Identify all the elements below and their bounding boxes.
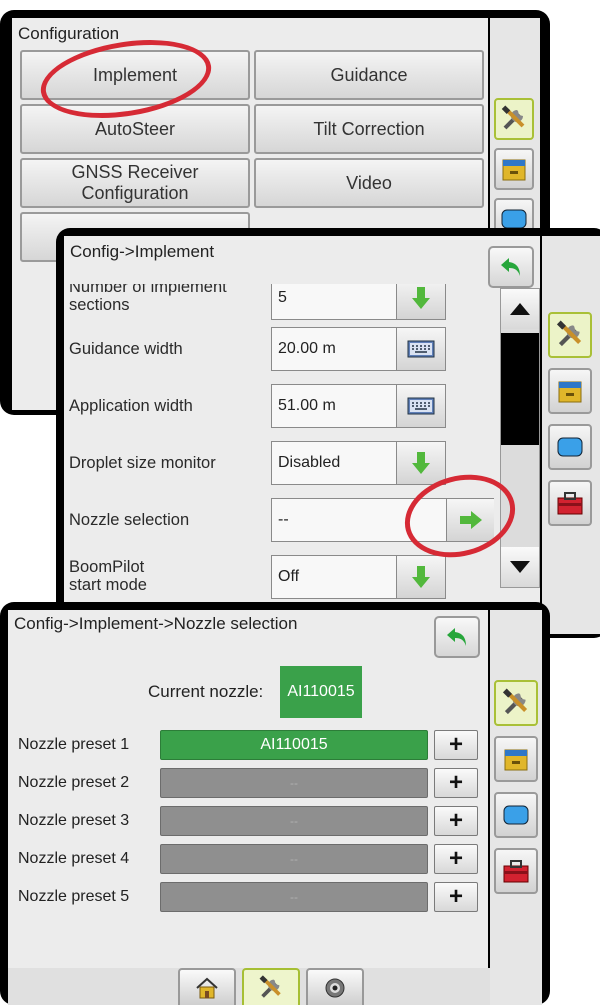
nozzle-selection-screen: Config->Implement->Nozzle selection Curr… bbox=[0, 602, 550, 1005]
add-preset-4-button[interactable]: + bbox=[434, 844, 478, 874]
video-button[interactable]: Video bbox=[254, 158, 484, 208]
guidance-width-keyboard-button[interactable] bbox=[396, 327, 446, 371]
row-label: Application width bbox=[69, 397, 193, 415]
down-arrow-icon bbox=[412, 566, 430, 588]
row-label: Guidance width bbox=[69, 340, 183, 358]
triangle-up-icon bbox=[510, 303, 530, 315]
keyboard-icon bbox=[407, 397, 435, 415]
application-width-field[interactable]: 51.00 m bbox=[271, 384, 397, 428]
preset-label: Nozzle preset 1 bbox=[18, 736, 130, 753]
sidebar-display-button[interactable] bbox=[548, 424, 592, 470]
settings-list: Number of implement sections 5 Guidance … bbox=[64, 284, 494, 634]
tools-icon bbox=[259, 974, 281, 998]
down-arrow-icon bbox=[412, 287, 430, 309]
current-nozzle-value: AI110015 bbox=[280, 666, 362, 718]
down-arrow-icon bbox=[412, 452, 430, 474]
preset-label: Nozzle preset 4 bbox=[18, 850, 130, 867]
triangle-down-icon bbox=[510, 561, 530, 573]
nozzle-preset-3[interactable]: -- bbox=[160, 806, 428, 836]
row-label: Nozzle selection bbox=[69, 511, 190, 529]
preset-label: Nozzle preset 3 bbox=[18, 812, 130, 829]
boompilot-dropdown-button[interactable] bbox=[396, 555, 446, 599]
scroll-down-button[interactable] bbox=[501, 547, 539, 587]
keyboard-icon bbox=[407, 340, 435, 358]
display-icon bbox=[557, 437, 583, 457]
back-button[interactable] bbox=[488, 246, 534, 288]
toolbox-icon bbox=[503, 860, 529, 883]
guidance-width-field[interactable]: 20.00 m bbox=[271, 327, 397, 371]
sidebar-toolbox-button[interactable] bbox=[494, 848, 538, 894]
nozzle-preset-4[interactable]: -- bbox=[160, 844, 428, 874]
back-arrow-icon bbox=[447, 628, 466, 646]
page-title: Config->Implement bbox=[70, 242, 215, 261]
sidebar-tools-button[interactable] bbox=[494, 680, 538, 726]
scrollbar[interactable] bbox=[500, 288, 540, 588]
row-label: Droplet size monitor bbox=[69, 454, 216, 472]
toolbox-icon bbox=[557, 492, 583, 515]
sidebar-cabinet-button[interactable] bbox=[548, 368, 592, 414]
nozzle-preset-2[interactable]: -- bbox=[160, 768, 428, 798]
row-label: BoomPilot start mode bbox=[69, 558, 147, 594]
implement-sections-field[interactable]: 5 bbox=[271, 284, 397, 320]
guidance-button[interactable]: Guidance bbox=[254, 50, 484, 100]
add-preset-3-button[interactable]: + bbox=[434, 806, 478, 836]
boompilot-start-mode-field[interactable]: Off bbox=[271, 555, 397, 599]
sidebar-display-button[interactable] bbox=[494, 792, 538, 838]
sidebar-toolbox-button[interactable] bbox=[548, 480, 592, 526]
gnss-receiver-button[interactable]: GNSS Receiver Configuration bbox=[20, 158, 250, 208]
preset-label: Nozzle preset 5 bbox=[18, 888, 130, 905]
application-width-keyboard-button[interactable] bbox=[396, 384, 446, 428]
nozzle-preset-5[interactable]: -- bbox=[160, 882, 428, 912]
current-nozzle-label: Current nozzle: bbox=[148, 682, 264, 701]
implement-screen: Config->Implement Number of implement se… bbox=[56, 228, 600, 638]
row-label: Number of implement sections bbox=[69, 284, 227, 314]
add-preset-2-button[interactable]: + bbox=[434, 768, 478, 798]
preset-label: Nozzle preset 2 bbox=[18, 774, 130, 791]
add-preset-5-button[interactable]: + bbox=[434, 882, 478, 912]
sidebar-cabinet-button[interactable] bbox=[494, 148, 534, 190]
tools-icon bbox=[501, 105, 525, 130]
nozzle-preset-1[interactable]: AI110015 bbox=[160, 730, 428, 760]
sidebar-tools-button[interactable] bbox=[548, 312, 592, 358]
scroll-thumb[interactable] bbox=[501, 333, 539, 445]
add-preset-1-button[interactable]: + bbox=[434, 730, 478, 760]
droplet-size-monitor-field[interactable]: Disabled bbox=[271, 441, 397, 485]
display-icon bbox=[503, 805, 529, 825]
back-button[interactable] bbox=[434, 616, 480, 658]
cabinet-icon bbox=[558, 381, 582, 403]
back-arrow-icon bbox=[501, 258, 520, 276]
page-title: Config->Implement->Nozzle selection bbox=[14, 614, 298, 633]
camera-icon bbox=[325, 978, 345, 997]
page-title: Configuration bbox=[18, 24, 120, 43]
home-icon bbox=[196, 977, 218, 998]
sidebar-tools-button[interactable] bbox=[494, 98, 534, 140]
droplet-size-dropdown-button[interactable] bbox=[396, 441, 446, 485]
implement-sections-dropdown-button[interactable] bbox=[396, 284, 446, 320]
cabinet-icon bbox=[502, 159, 526, 181]
tab-tools[interactable] bbox=[242, 968, 300, 1005]
tools-icon bbox=[556, 320, 582, 347]
cabinet-icon bbox=[504, 749, 528, 771]
tab-home[interactable] bbox=[178, 968, 236, 1005]
scroll-up-button[interactable] bbox=[501, 289, 539, 329]
tab-camera[interactable] bbox=[306, 968, 364, 1005]
tools-icon bbox=[502, 688, 528, 715]
sidebar-cabinet-button[interactable] bbox=[494, 736, 538, 782]
tilt-correction-button[interactable]: Tilt Correction bbox=[254, 104, 484, 154]
